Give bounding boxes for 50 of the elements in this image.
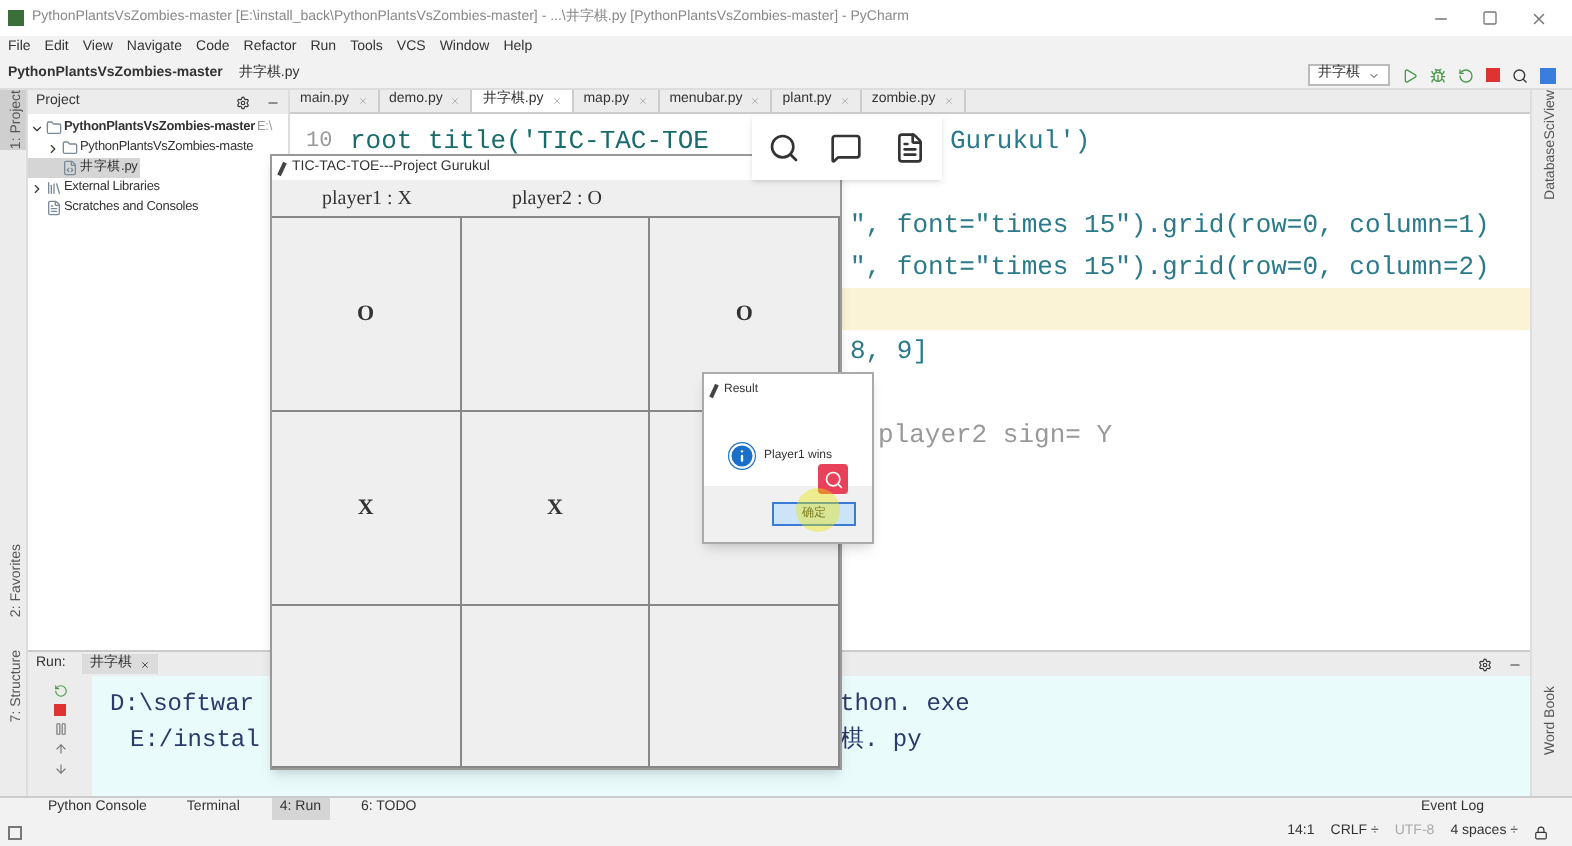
run-icon[interactable] xyxy=(1402,67,1418,83)
chevron-icon[interactable] xyxy=(30,181,44,195)
settings-icon[interactable] xyxy=(1478,657,1492,671)
ide-icon[interactable] xyxy=(1540,67,1556,83)
folder-icon xyxy=(46,120,62,136)
note-icon[interactable] xyxy=(894,132,927,164)
folder-icon xyxy=(62,140,78,156)
board-cell[interactable]: O xyxy=(272,218,462,413)
rerun-icon[interactable] xyxy=(53,684,67,698)
line-number: 10 xyxy=(306,129,333,153)
caret-icon xyxy=(1368,69,1380,81)
console-text: D:\softwar xyxy=(110,690,255,718)
library-icon xyxy=(46,180,62,196)
code-text: Gurukul') xyxy=(950,127,1091,155)
console-text: E:/instal xyxy=(130,726,260,754)
code-text: root title('TIC-TAC-TOE xyxy=(350,125,709,155)
rerun-icon[interactable] xyxy=(1458,67,1474,83)
close-icon[interactable] xyxy=(1530,9,1548,27)
pause-icon[interactable] xyxy=(53,722,67,736)
comment-icon[interactable] xyxy=(830,132,863,164)
player-label: player1 : X xyxy=(322,185,412,213)
feather-icon xyxy=(709,382,719,398)
console-text: thon. exe xyxy=(840,688,970,722)
code-text: 8, 9] xyxy=(850,337,929,365)
board-cell[interactable] xyxy=(650,606,840,768)
code-text: player2 sign= Y xyxy=(876,421,1113,449)
board-cell[interactable]: X xyxy=(461,412,651,607)
search-icon[interactable] xyxy=(1512,67,1528,83)
info-icon xyxy=(728,442,756,470)
arrow-down-icon[interactable] xyxy=(53,762,67,776)
search-icon[interactable] xyxy=(767,132,800,164)
app-icon xyxy=(8,10,24,26)
board-cell[interactable] xyxy=(461,218,651,413)
arrow-up-icon[interactable] xyxy=(53,742,67,756)
bug-icon[interactable] xyxy=(1430,67,1446,83)
layout-icon[interactable] xyxy=(8,826,22,840)
console-text: 棋. py xyxy=(840,724,922,758)
lock-icon[interactable] xyxy=(1534,826,1548,840)
cursor-highlight-icon xyxy=(796,488,840,532)
board-cell[interactable] xyxy=(272,606,462,768)
feather-icon xyxy=(277,160,287,176)
board-cell[interactable]: X xyxy=(272,412,462,607)
player-label: player2 : O xyxy=(512,185,602,213)
code-text: ", font="times 15").grid(row=0, column=2) xyxy=(850,253,1490,281)
maximize-icon[interactable] xyxy=(1482,9,1498,25)
document-icon xyxy=(46,200,62,216)
code-text: ", font="times 15").grid(row=0, column=1) xyxy=(850,211,1490,239)
file-icon xyxy=(62,160,78,176)
settings-icon[interactable] xyxy=(236,95,250,109)
board-cell[interactable] xyxy=(461,606,651,768)
